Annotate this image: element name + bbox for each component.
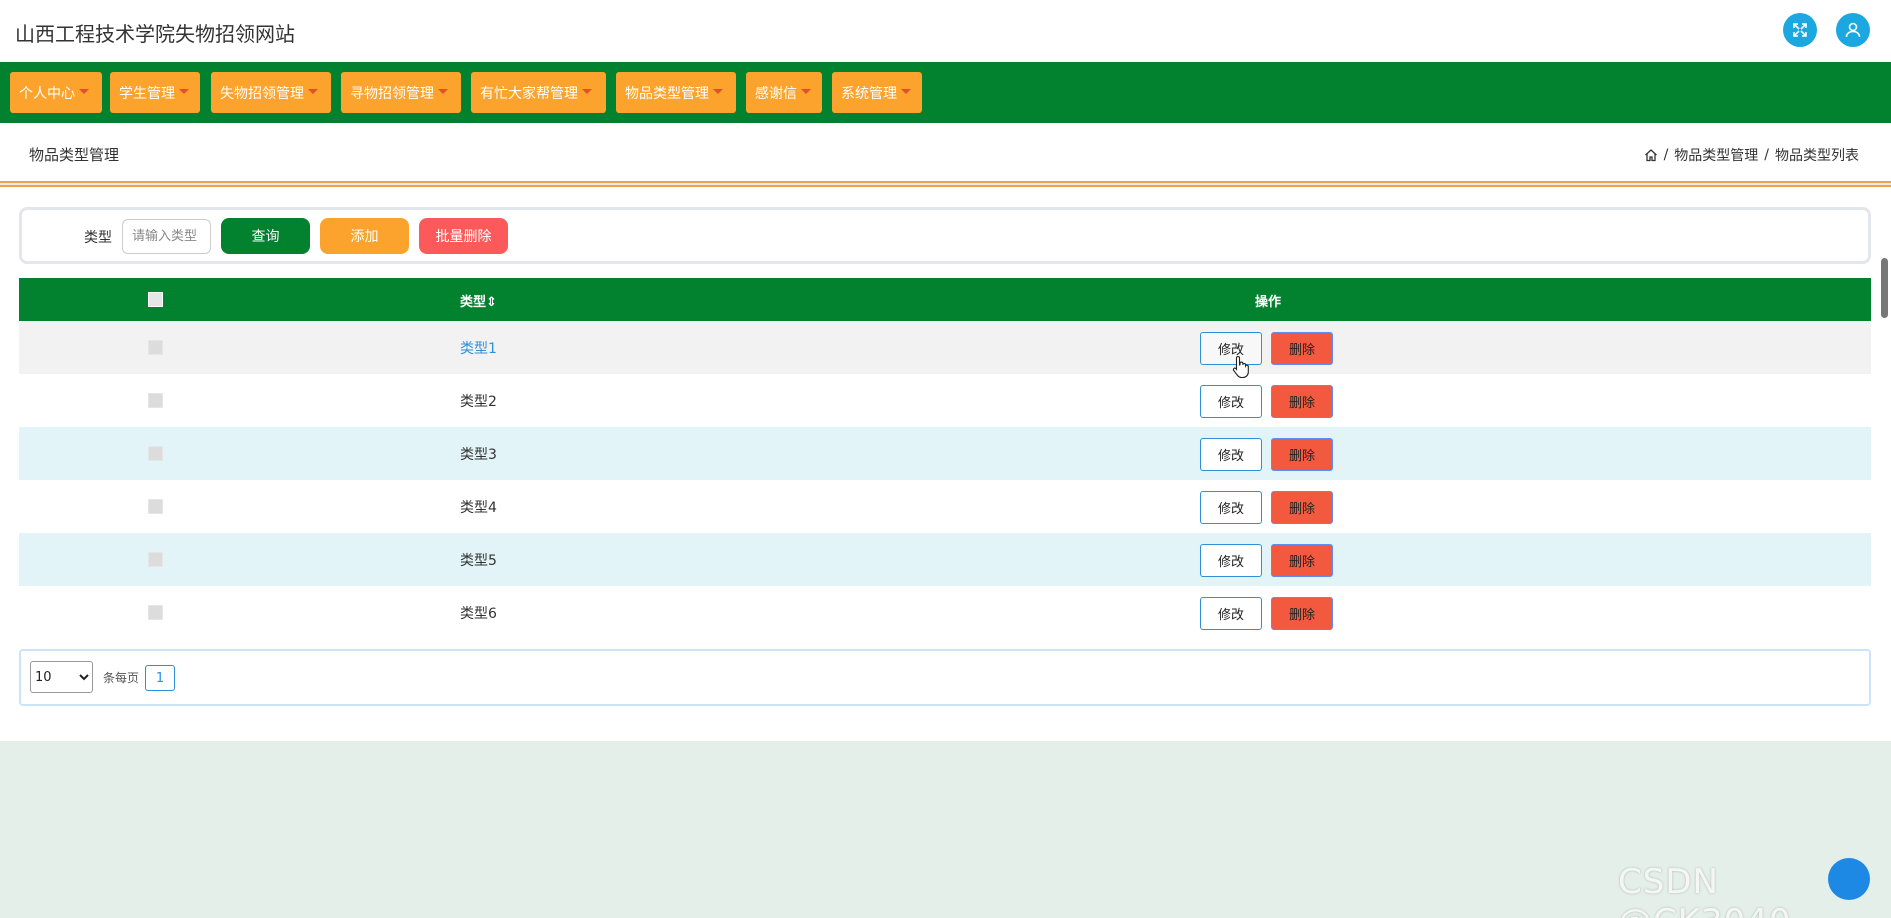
table-header: 类型⇕ 操作	[19, 278, 1871, 321]
breadcrumb-item-type-management[interactable]: 物品类型管理	[1674, 145, 1758, 165]
delete-button[interactable]: 删除	[1271, 438, 1333, 471]
caret-down-icon	[582, 89, 592, 94]
main-nav: 个人中心 学生管理 失物招领管理 寻物招领管理 有忙大家帮管理 物品类型管理 感…	[0, 62, 1891, 123]
breadcrumb-separator: /	[1663, 147, 1669, 163]
nav-item-personal-center[interactable]: 个人中心	[10, 72, 102, 113]
breadcrumb-bar: 物品类型管理 / 物品类型管理 / 物品类型列表	[0, 123, 1891, 181]
type-table: 类型⇕ 操作 类型1 修改 删除 类型2 修改 删除 类型3 修改 删除 类型4…	[19, 278, 1871, 639]
nav-item-label: 有忙大家帮管理	[480, 85, 578, 102]
nav-item-search-item-management[interactable]: 寻物招领管理	[341, 72, 461, 113]
table-row: 类型1 修改 删除	[19, 321, 1871, 374]
query-button[interactable]: 查询	[221, 218, 310, 254]
delete-button[interactable]: 删除	[1271, 385, 1333, 418]
pagination: 10 条每页 1	[19, 649, 1871, 706]
column-header-actions: 操作	[1255, 295, 1282, 310]
breadcrumb-separator: /	[1764, 147, 1769, 163]
top-header: 山西工程技术学院失物招领网站	[0, 0, 1891, 62]
nav-item-label: 学生管理	[119, 85, 175, 102]
edit-button[interactable]: 修改	[1200, 544, 1262, 577]
type-cell: 类型2	[460, 394, 497, 410]
nav-item-help-management[interactable]: 有忙大家帮管理	[471, 72, 606, 113]
scrollbar-thumb[interactable]	[1881, 258, 1888, 318]
select-all-checkbox[interactable]	[148, 292, 163, 307]
caret-down-icon	[713, 89, 723, 94]
page-size-select[interactable]: 10	[30, 661, 93, 693]
delete-button[interactable]: 删除	[1271, 597, 1333, 630]
type-cell: 类型3	[460, 447, 497, 463]
divider	[0, 181, 1891, 183]
table-row: 类型6 修改 删除	[19, 586, 1871, 639]
fullscreen-button[interactable]	[1783, 13, 1817, 47]
search-label: 类型	[84, 230, 112, 246]
user-icon	[1845, 22, 1861, 38]
row-checkbox[interactable]	[148, 605, 163, 620]
add-button[interactable]: 添加	[320, 218, 409, 254]
nav-item-thank-you-letters[interactable]: 感谢信	[746, 72, 822, 113]
content-area: 类型 查询 添加 批量删除 类型⇕ 操作 类型1 修改 删除 类型2 修改 删除…	[0, 187, 1891, 741]
nav-item-label: 失物招领管理	[220, 85, 304, 102]
table-row: 类型3 修改 删除	[19, 427, 1871, 480]
caret-down-icon	[438, 89, 448, 94]
batch-delete-button[interactable]: 批量删除	[419, 218, 508, 254]
search-panel: 类型 查询 添加 批量删除	[19, 207, 1871, 264]
breadcrumb-item-type-list: 物品类型列表	[1775, 148, 1859, 164]
table-row: 类型5 修改 删除	[19, 533, 1871, 586]
nav-item-label: 寻物招领管理	[350, 85, 434, 102]
type-cell[interactable]: 类型1	[460, 338, 497, 358]
column-header-type[interactable]: 类型⇕	[460, 291, 497, 310]
breadcrumb: / 物品类型管理 / 物品类型列表	[1644, 145, 1859, 165]
nav-item-lost-found-management[interactable]: 失物招领管理	[211, 72, 331, 113]
per-page-label: 条每页	[103, 671, 140, 685]
caret-down-icon	[308, 89, 318, 94]
nav-item-label: 系统管理	[841, 85, 897, 102]
type-cell: 类型6	[460, 606, 497, 622]
caret-down-icon	[801, 89, 811, 94]
delete-button[interactable]: 删除	[1271, 544, 1333, 577]
caret-down-icon	[179, 89, 189, 94]
page-title: 物品类型管理	[29, 146, 120, 164]
caret-down-icon	[79, 89, 89, 94]
site-title: 山西工程技术学院失物招领网站	[15, 22, 295, 46]
page-number-button[interactable]: 1	[145, 665, 175, 691]
fullscreen-icon	[1793, 23, 1807, 37]
delete-button[interactable]: 删除	[1271, 491, 1333, 524]
sort-icon[interactable]: ⇕	[486, 295, 497, 310]
edit-button[interactable]: 修改	[1200, 332, 1262, 365]
nav-item-system-management[interactable]: 系统管理	[832, 72, 922, 113]
row-checkbox[interactable]	[148, 499, 163, 514]
row-checkbox[interactable]	[148, 552, 163, 567]
nav-item-label: 个人中心	[19, 85, 75, 102]
edit-button[interactable]: 修改	[1200, 385, 1262, 418]
row-checkbox[interactable]	[148, 340, 163, 355]
caret-down-icon	[901, 89, 911, 94]
nav-item-label: 感谢信	[755, 85, 797, 102]
edit-button[interactable]: 修改	[1200, 438, 1262, 471]
table-row: 类型2 修改 删除	[19, 374, 1871, 427]
nav-item-item-type-management[interactable]: 物品类型管理	[616, 72, 736, 113]
type-search-input[interactable]	[122, 219, 211, 254]
edit-button[interactable]: 修改	[1200, 491, 1262, 524]
watermark: CSDN @CK3040	[1618, 862, 1791, 918]
row-checkbox[interactable]	[148, 393, 163, 408]
type-cell: 类型5	[460, 553, 497, 569]
nav-item-student-management[interactable]: 学生管理	[110, 72, 200, 113]
row-checkbox[interactable]	[148, 446, 163, 461]
edit-button[interactable]: 修改	[1200, 597, 1262, 630]
delete-button[interactable]: 删除	[1271, 332, 1333, 365]
nav-item-label: 物品类型管理	[625, 85, 709, 102]
user-button[interactable]	[1836, 13, 1870, 47]
table-row: 类型4 修改 删除	[19, 480, 1871, 533]
hand-cursor-icon	[1232, 355, 1249, 379]
home-icon[interactable]	[1644, 148, 1658, 162]
type-cell: 类型4	[460, 500, 497, 516]
